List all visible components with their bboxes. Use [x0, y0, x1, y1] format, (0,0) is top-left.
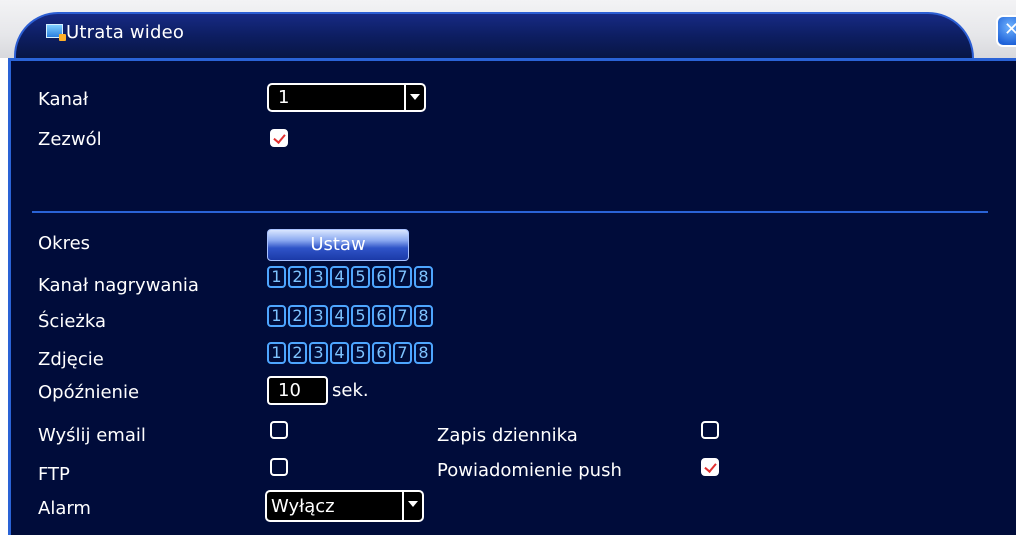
send-email-checkbox[interactable] [270, 421, 288, 439]
ftp-label: FTP [38, 464, 70, 485]
channel-select[interactable]: 1 [267, 83, 426, 112]
close-button[interactable]: ✕ [996, 15, 1016, 47]
chevron-down-icon[interactable] [402, 492, 422, 520]
section-divider [32, 211, 988, 213]
record-channel-1[interactable]: 1 [267, 266, 286, 288]
send-email-label: Wyślij email [38, 425, 146, 446]
enable-label: Zezwól [38, 129, 102, 150]
alarm-select[interactable]: Wyłącz [265, 490, 424, 522]
channel-select-value: 1 [278, 87, 290, 108]
snapshot-channel-8[interactable]: 8 [414, 342, 433, 364]
period-set-button[interactable]: Ustaw [267, 229, 409, 261]
ftp-checkbox[interactable] [270, 458, 288, 476]
record-channel-6[interactable]: 6 [372, 266, 391, 288]
snapshot-channel-1[interactable]: 1 [267, 342, 286, 364]
log-checkbox[interactable] [701, 421, 719, 439]
delay-label: Opóźnienie [38, 382, 140, 403]
tour-label: Ścieżka [38, 311, 106, 332]
snapshot-channel-5[interactable]: 5 [351, 342, 370, 364]
tour-channel-2[interactable]: 2 [288, 305, 307, 327]
tour-channel-6[interactable]: 6 [372, 305, 391, 327]
snapshot-channel-4[interactable]: 4 [330, 342, 349, 364]
channel-label: Kanał [38, 89, 89, 110]
snapshot-channel-7[interactable]: 7 [393, 342, 412, 364]
window-title: Utrata wideo [66, 22, 185, 43]
record-channel-7[interactable]: 7 [393, 266, 412, 288]
snapshot-channel-6[interactable]: 6 [372, 342, 391, 364]
record-channel-label: Kanał nagrywania [38, 275, 199, 296]
period-label: Okres [38, 233, 91, 254]
log-label: Zapis dziennika [437, 425, 578, 446]
record-channel-2[interactable]: 2 [288, 266, 307, 288]
enable-checkbox[interactable] [270, 129, 288, 147]
delay-unit: sek. [332, 380, 369, 401]
record-channel-5[interactable]: 5 [351, 266, 370, 288]
push-checkbox[interactable] [701, 458, 719, 476]
monitor-icon [46, 24, 66, 41]
tour-channel-3[interactable]: 3 [309, 305, 328, 327]
alarm-label: Alarm [38, 498, 91, 519]
tour-channel-4[interactable]: 4 [330, 305, 349, 327]
push-label: Powiadomienie push [437, 460, 622, 481]
tour-channel-5[interactable]: 5 [351, 305, 370, 327]
record-channel-3[interactable]: 3 [309, 266, 328, 288]
snapshot-channel-2[interactable]: 2 [288, 342, 307, 364]
tour-channel-1[interactable]: 1 [267, 305, 286, 327]
alarm-select-value: Wyłącz [271, 496, 335, 517]
snapshot-channel-3[interactable]: 3 [309, 342, 328, 364]
chevron-down-icon[interactable] [404, 85, 424, 110]
snapshot-label: Zdjęcie [38, 349, 104, 370]
delay-input[interactable]: 10 [267, 376, 328, 405]
tour-channel-7[interactable]: 7 [393, 305, 412, 327]
close-icon: ✕ [1004, 19, 1016, 40]
record-channel-8[interactable]: 8 [414, 266, 433, 288]
tour-channel-8[interactable]: 8 [414, 305, 433, 327]
record-channel-4[interactable]: 4 [330, 266, 349, 288]
